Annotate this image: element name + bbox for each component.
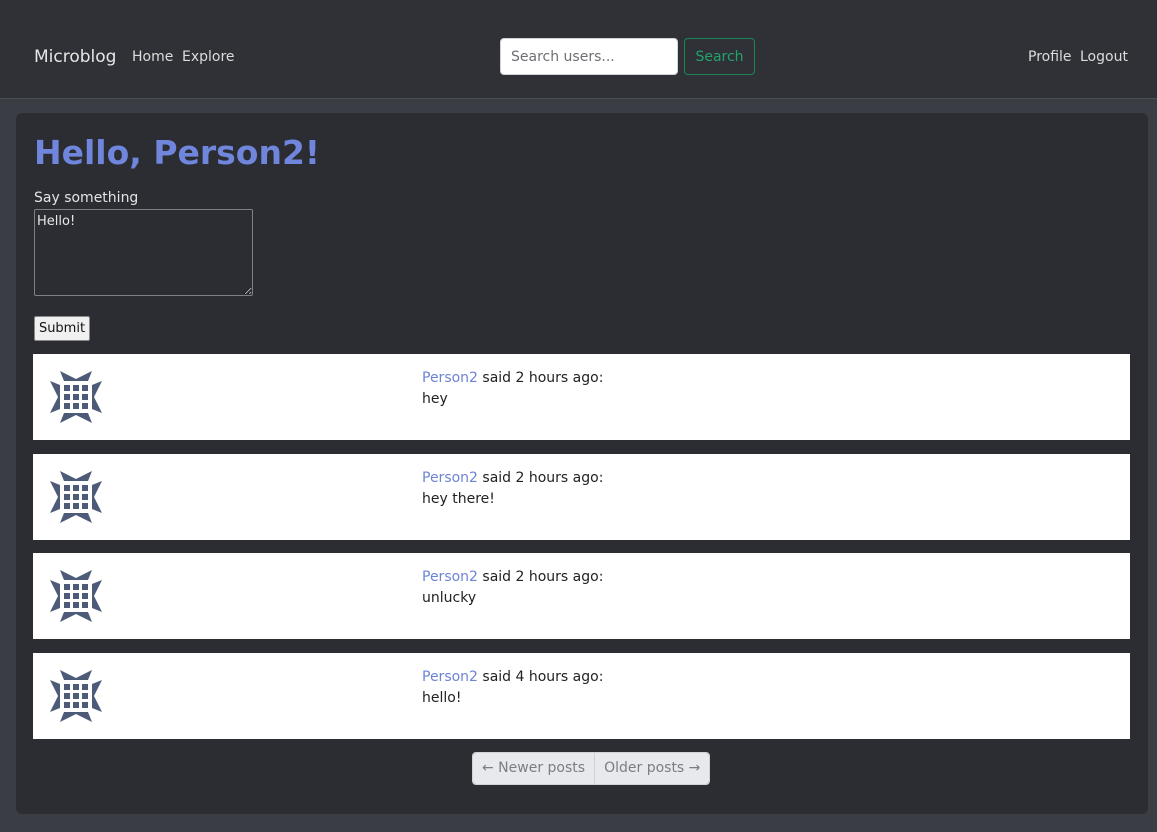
older-posts-button[interactable]: Older posts → xyxy=(594,753,710,784)
page-title: Hello, Person2! xyxy=(34,133,320,172)
post-meta: Person2 said 4 hours ago: xyxy=(422,668,603,686)
post-author-link[interactable]: Person2 xyxy=(422,569,478,585)
post-timestamp: said 2 hours ago: xyxy=(477,370,604,386)
top-navbar: Microblog Home Explore Search Profile Lo… xyxy=(0,0,1157,99)
post-item: Person2 said 2 hours ago: hey there! xyxy=(33,454,1130,540)
post-timestamp: said 2 hours ago: xyxy=(477,569,604,585)
newer-posts-button[interactable]: ← Newer posts xyxy=(473,753,595,784)
nav-profile-link[interactable]: Profile xyxy=(1028,48,1072,66)
post-timestamp: said 2 hours ago: xyxy=(477,470,604,486)
post-body: unlucky xyxy=(422,590,477,606)
search-users-input[interactable] xyxy=(500,38,678,75)
post-textarea[interactable] xyxy=(34,209,253,296)
identicon-avatar-icon[interactable] xyxy=(48,668,104,724)
post-author-link[interactable]: Person2 xyxy=(422,470,478,486)
post-body: hey there! xyxy=(422,491,495,507)
post-author-link[interactable]: Person2 xyxy=(422,669,478,685)
post-body: hey xyxy=(422,391,448,407)
post-item: Person2 said 2 hours ago: hey xyxy=(33,354,1130,440)
post-author-link[interactable]: Person2 xyxy=(422,370,478,386)
nav-logout-link[interactable]: Logout xyxy=(1080,48,1128,66)
submit-button[interactable]: Submit xyxy=(34,316,90,341)
identicon-avatar-icon[interactable] xyxy=(48,369,104,425)
search-button[interactable]: Search xyxy=(684,38,755,75)
post-meta: Person2 said 2 hours ago: xyxy=(422,369,603,387)
nav-home-link[interactable]: Home xyxy=(132,48,173,66)
identicon-avatar-icon[interactable] xyxy=(48,469,104,525)
post-item: Person2 said 4 hours ago: hello! xyxy=(33,653,1130,739)
say-something-label: Say something xyxy=(34,190,139,206)
nav-explore-link[interactable]: Explore xyxy=(182,48,235,66)
post-meta: Person2 said 2 hours ago: xyxy=(422,469,603,487)
pagination: ← Newer posts Older posts → xyxy=(472,752,711,785)
identicon-avatar-icon[interactable] xyxy=(48,568,104,624)
brand-logo-link[interactable]: Microblog xyxy=(34,46,116,68)
post-timestamp: said 4 hours ago: xyxy=(477,669,604,685)
post-body: hello! xyxy=(422,690,462,706)
post-item: Person2 said 2 hours ago: unlucky xyxy=(33,553,1130,639)
post-meta: Person2 said 2 hours ago: xyxy=(422,568,603,586)
main-panel: Hello, Person2! Say something Submit Per… xyxy=(16,113,1148,814)
